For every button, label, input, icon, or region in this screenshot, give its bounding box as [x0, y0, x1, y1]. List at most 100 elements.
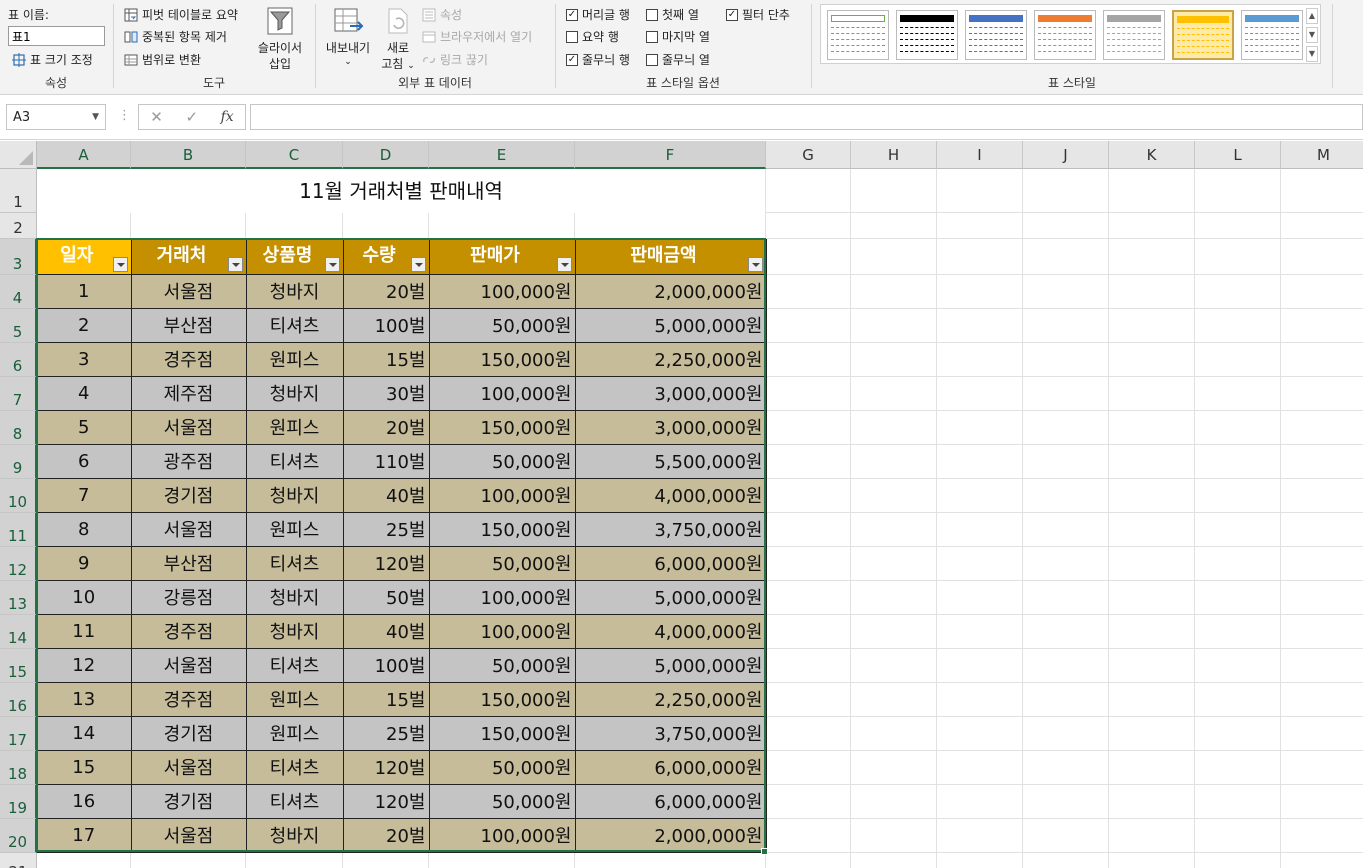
table-cell-product[interactable]: 청바지 [246, 580, 344, 615]
table-cell-unit-price[interactable]: 50,000원 [429, 308, 576, 343]
table-cell-unit-price[interactable]: 100,000원 [429, 818, 576, 853]
table-cell-unit-price[interactable]: 150,000원 [429, 342, 576, 377]
header-cell-quantity[interactable]: 수량 [343, 239, 430, 275]
column-header-l[interactable]: L [1195, 141, 1281, 169]
header-cell-date[interactable]: 일자 [37, 239, 132, 275]
table-cell-sales-amount[interactable]: 3,750,000원 [575, 512, 767, 547]
table-style-swatch[interactable] [1103, 10, 1165, 60]
row-header-3[interactable]: 3 [0, 239, 37, 275]
table-cell-customer[interactable]: 서울점 [131, 648, 247, 683]
row-header-8[interactable]: 8 [0, 411, 37, 445]
table-cell-date[interactable]: 14 [37, 716, 132, 751]
table-cell-customer[interactable]: 광주점 [131, 444, 247, 479]
table-cell-product[interactable]: 티셔츠 [246, 750, 344, 785]
table-cell-quantity[interactable]: 20벌 [343, 274, 430, 309]
table-cell-date[interactable]: 15 [37, 750, 132, 785]
banded-rows-check[interactable] [566, 53, 578, 66]
table-style-swatch[interactable] [827, 10, 889, 60]
table-cell-sales-amount[interactable]: 6,000,000원 [575, 784, 767, 819]
table-cell-sales-amount[interactable]: 5,000,000원 [575, 308, 767, 343]
table-cell-unit-price[interactable]: 100,000원 [429, 580, 576, 615]
table-style-swatch[interactable] [1241, 10, 1303, 60]
resize-table-button[interactable]: 표 크기 조정 [12, 51, 93, 68]
table-cell-quantity[interactable]: 50벌 [343, 580, 430, 615]
table-cell-date[interactable]: 3 [37, 342, 132, 377]
table-style-swatch[interactable] [965, 10, 1027, 60]
banded-columns-checkbox[interactable]: 줄무늬 열 [646, 51, 710, 68]
table-cell-sales-amount[interactable]: 5,000,000원 [575, 648, 767, 683]
name-box[interactable]: A3 ▼ [6, 104, 106, 130]
table-cell-customer[interactable]: 부산점 [131, 546, 247, 581]
worksheet-grid[interactable]: ABCDEFGHIJKLM 1 2 3 4 5 6 7 8 9 10 11 12 13 14 15 16 17 1… [0, 141, 1363, 868]
row-header-19[interactable]: 19 [0, 785, 37, 819]
table-name-input[interactable] [8, 26, 105, 46]
table-cell-quantity[interactable]: 15벌 [343, 342, 430, 377]
refresh-button[interactable]: 새로 고침 ⌄ [376, 6, 420, 74]
pivot-summarize-button[interactable]: 피벗 테이블로 요약 [124, 6, 238, 23]
table-cell-product[interactable]: 청바지 [246, 614, 344, 649]
table-cell-customer[interactable]: 서울점 [131, 750, 247, 785]
table-cell-date[interactable]: 16 [37, 784, 132, 819]
row-header-1[interactable]: 1 [0, 169, 37, 213]
table-cell-date[interactable]: 5 [37, 410, 132, 445]
total-row-checkbox[interactable]: 요약 행 [566, 28, 619, 45]
table-cell-sales-amount[interactable]: 2,000,000원 [575, 818, 767, 853]
table-cell-unit-price[interactable]: 100,000원 [429, 614, 576, 649]
table-style-swatch[interactable] [1034, 10, 1096, 60]
table-cell-quantity[interactable]: 110벌 [343, 444, 430, 479]
insert-function-icon[interactable]: fx [221, 109, 234, 125]
header-cell-unit-price[interactable]: 판매가 [429, 239, 576, 275]
header-row-checkbox[interactable]: 머리글 행 [566, 6, 630, 23]
table-cell-unit-price[interactable]: 50,000원 [429, 444, 576, 479]
last-column-checkbox[interactable]: 마지막 열 [646, 28, 710, 45]
table-cell-date[interactable]: 8 [37, 512, 132, 547]
table-cell-quantity[interactable]: 100벌 [343, 308, 430, 343]
table-cell-date[interactable]: 7 [37, 478, 132, 513]
filter-button-check[interactable] [726, 8, 738, 21]
table-cell-customer[interactable]: 부산점 [131, 308, 247, 343]
header-cell-customer[interactable]: 거래처 [131, 239, 247, 275]
column-header-b[interactable]: B [131, 141, 246, 169]
table-cell-sales-amount[interactable]: 2,250,000원 [575, 342, 767, 377]
table-cell-unit-price[interactable]: 150,000원 [429, 512, 576, 547]
table-cell-unit-price[interactable]: 100,000원 [429, 376, 576, 411]
table-cell-product[interactable]: 원피스 [246, 410, 344, 445]
filter-dropdown-icon[interactable] [227, 256, 243, 272]
row-header-10[interactable]: 10 [0, 479, 37, 513]
remove-duplicates-button[interactable]: 중복된 항목 제거 [124, 28, 227, 45]
table-cell-customer[interactable]: 서울점 [131, 512, 247, 547]
table-cell-customer[interactable]: 경주점 [131, 342, 247, 377]
column-header-h[interactable]: H [851, 141, 937, 169]
table-cell-sales-amount[interactable]: 6,000,000원 [575, 750, 767, 785]
table-cell-sales-amount[interactable]: 3,750,000원 [575, 716, 767, 751]
table-cell-sales-amount[interactable]: 3,000,000원 [575, 410, 767, 445]
table-cell-sales-amount[interactable]: 5,000,000원 [575, 580, 767, 615]
table-cell-quantity[interactable]: 25벌 [343, 512, 430, 547]
table-cell-customer[interactable]: 경기점 [131, 716, 247, 751]
row-header-17[interactable]: 17 [0, 717, 37, 751]
open-in-browser-button[interactable]: 브라우저에서 열기 [422, 28, 532, 45]
table-cell-sales-amount[interactable]: 3,000,000원 [575, 376, 767, 411]
column-header-m[interactable]: M [1281, 141, 1363, 169]
table-cell-quantity[interactable]: 40벌 [343, 478, 430, 513]
select-all-button[interactable] [0, 141, 37, 169]
filter-button-checkbox[interactable]: 필터 단추 [726, 6, 790, 23]
row-header-2[interactable]: 2 [0, 213, 37, 239]
header-cell-sales-amount[interactable]: 판매금액 [575, 239, 767, 275]
first-column-checkbox[interactable]: 첫째 열 [646, 6, 699, 23]
row-header-6[interactable]: 6 [0, 343, 37, 377]
row-header-18[interactable]: 18 [0, 751, 37, 785]
table-cell-sales-amount[interactable]: 4,000,000원 [575, 478, 767, 513]
table-cell-customer[interactable]: 경기점 [131, 784, 247, 819]
unlink-button[interactable]: 링크 끊기 [422, 51, 488, 68]
column-header-k[interactable]: K [1109, 141, 1195, 169]
table-cell-customer[interactable]: 서울점 [131, 818, 247, 853]
row-header-14[interactable]: 14 [0, 615, 37, 649]
table-cell-sales-amount[interactable]: 2,000,000원 [575, 274, 767, 309]
header-cell-product[interactable]: 상품명 [246, 239, 344, 275]
row-header-20[interactable]: 20 [0, 819, 37, 853]
table-cell-product[interactable]: 청바지 [246, 478, 344, 513]
table-cell-product[interactable]: 티셔츠 [246, 546, 344, 581]
table-cell-quantity[interactable]: 20벌 [343, 818, 430, 853]
table-cell-unit-price[interactable]: 150,000원 [429, 716, 576, 751]
